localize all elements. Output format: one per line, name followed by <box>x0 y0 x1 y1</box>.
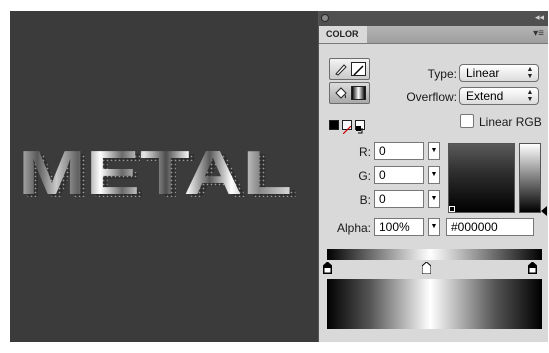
stroke-line-icon <box>353 65 364 76</box>
metal-text-art: METAL METAL <box>18 139 298 211</box>
tab-color[interactable]: COLOR <box>319 26 367 43</box>
b-dropdown-icon[interactable]: ▼ <box>428 190 440 208</box>
r-dropdown-icon[interactable]: ▼ <box>428 142 440 160</box>
gradient-stop-left[interactable] <box>323 262 332 274</box>
panel-tab-row: COLOR ▾≡ <box>319 26 548 44</box>
no-color-icon[interactable] <box>342 120 352 135</box>
black-white-icon[interactable] <box>329 120 339 130</box>
metal-text: METAL <box>18 139 292 208</box>
type-value: Linear <box>466 66 500 80</box>
alpha-dropdown-icon[interactable]: ▼ <box>428 218 440 236</box>
r-label: R: <box>359 145 371 159</box>
g-label: G: <box>358 169 371 183</box>
picker-crosshair[interactable] <box>449 206 455 212</box>
canvas-stage[interactable]: METAL METAL <box>10 11 318 342</box>
select-arrows-icon: ▲ ▼ <box>526 66 534 80</box>
gradient-preview <box>327 279 542 329</box>
fill-color-button[interactable] <box>329 82 370 104</box>
collapse-double-arrow-icon[interactable]: ◂◂ <box>535 12 544 23</box>
panel-menu-icon[interactable]: ▾≡ <box>533 28 544 39</box>
hex-input[interactable]: #000000 <box>446 218 534 236</box>
slider-arrow-icon[interactable] <box>541 206 547 216</box>
color-panel: ◂◂ COLOR ▾≡ Type: Linear ▲ ▼ Overflow: Ex… <box>318 11 548 342</box>
b-input[interactable]: 0 <box>374 190 424 208</box>
stroke-swatch <box>351 62 366 76</box>
gradient-ramp[interactable] <box>327 249 542 260</box>
type-label: Type: <box>427 67 457 81</box>
paint-bucket-icon <box>335 87 347 99</box>
overflow-label: Overflow: <box>406 90 457 104</box>
b-label: B: <box>359 193 371 207</box>
alpha-label: Alpha: <box>336 221 371 235</box>
g-dropdown-icon[interactable]: ▼ <box>428 166 440 184</box>
overflow-select[interactable]: Extend ▲ ▼ <box>459 87 539 105</box>
linear-rgb-checkbox[interactable] <box>460 114 474 128</box>
alpha-input[interactable]: 100% <box>374 218 424 236</box>
type-select[interactable]: Linear ▲ ▼ <box>459 64 539 82</box>
brightness-slider[interactable] <box>519 143 547 216</box>
pencil-icon <box>335 64 347 76</box>
color-field-picker[interactable] <box>448 143 515 213</box>
overflow-value: Extend <box>466 89 504 103</box>
select-arrows-icon: ▲ ▼ <box>526 89 534 103</box>
gradient-stop-middle[interactable] <box>422 262 431 274</box>
fill-gradient-swatch <box>351 86 366 100</box>
g-input[interactable]: 0 <box>374 166 424 184</box>
panel-title-bar[interactable]: ◂◂ <box>319 11 548 26</box>
swap-colors-icon[interactable] <box>355 120 365 134</box>
gradient-stop-right[interactable] <box>528 262 537 274</box>
stroke-color-button[interactable] <box>329 58 370 80</box>
close-dot-icon[interactable] <box>321 14 329 22</box>
r-input[interactable]: 0 <box>374 142 424 160</box>
linear-rgb-label: Linear RGB <box>479 115 542 129</box>
